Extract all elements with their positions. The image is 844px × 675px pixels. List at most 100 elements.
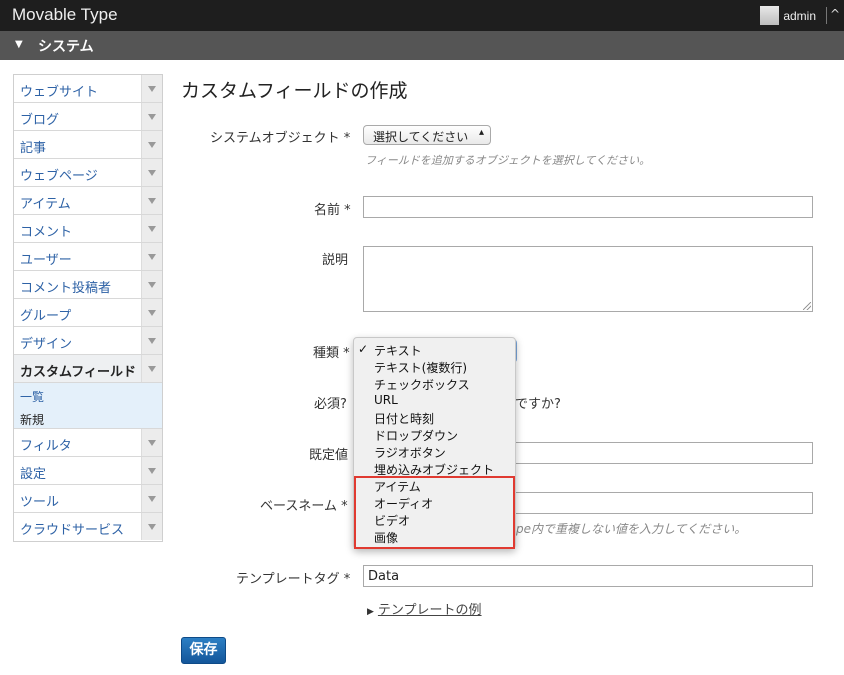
template-tag-label-text: テンプレートタグ [236, 572, 340, 587]
chevron-down-icon[interactable] [141, 299, 162, 326]
system-bar[interactable]: ▼ システム [0, 31, 844, 60]
chevron-down-icon[interactable] [141, 131, 162, 158]
type-option[interactable]: ラジオボタン [374, 444, 446, 461]
checkmark-icon: ✓ [358, 342, 369, 356]
sidebar-item-tools[interactable]: ツール [14, 485, 162, 513]
description-textarea[interactable] [363, 246, 813, 312]
required-mark: * [343, 346, 350, 361]
sidebar-sub-list[interactable]: 一覧 [20, 388, 44, 405]
sidebar-item-commenters[interactable]: コメント投稿者 [14, 271, 162, 299]
sidebar-item-website[interactable]: ウェブサイト [14, 75, 162, 103]
required-checkbox-label[interactable]: ですか? [515, 393, 561, 412]
chevron-down-icon[interactable] [141, 513, 162, 540]
chevron-down-icon[interactable] [141, 103, 162, 130]
chevron-down-icon[interactable] [141, 187, 162, 214]
select-arrows-icon: ▴ [478, 127, 484, 138]
chevron-down-icon[interactable] [141, 485, 162, 512]
brand-logo[interactable]: Movable Type [12, 5, 118, 25]
chevron-down-icon[interactable] [141, 327, 162, 354]
page-title: カスタムフィールドの作成 [181, 80, 408, 102]
template-example-toggle[interactable]: ▶ テンプレートの例 [367, 599, 482, 618]
type-option[interactable]: テキスト(複数行) [374, 359, 467, 376]
sidebar-item-groups[interactable]: グループ [14, 299, 162, 327]
type-option[interactable]: チェックボックス [374, 376, 470, 393]
sidebar-item-label[interactable]: ブログ [20, 109, 59, 128]
save-button[interactable]: 保存 [181, 637, 226, 664]
highlight-annotation [354, 476, 515, 549]
chevron-down-icon[interactable] [141, 429, 162, 456]
template-tag-input[interactable]: Data [363, 565, 813, 587]
sidebar-submenu: 一覧 新規 [14, 383, 162, 429]
resize-grip-icon[interactable] [803, 302, 811, 310]
template-example-link[interactable]: テンプレートの例 [378, 603, 482, 618]
sidebar-item-label[interactable]: 記事 [20, 137, 46, 156]
description-label: 説明 [322, 253, 349, 268]
object-select[interactable]: 選択してください ▴ [363, 125, 491, 145]
sidebar-item-users[interactable]: ユーザー [14, 243, 162, 271]
sidebar-sub-new[interactable]: 新規 [20, 411, 44, 428]
name-input[interactable] [363, 196, 813, 218]
type-label: 種類 * [313, 342, 350, 361]
chevron-down-icon[interactable] [141, 75, 162, 102]
sidebar-item-filters[interactable]: フィルタ [14, 429, 162, 457]
sidebar-item-design[interactable]: デザイン [14, 327, 162, 355]
required-label: 必須? [314, 397, 347, 412]
top-bar: Movable Type admin ^ [0, 0, 844, 31]
sidebar-item-entries[interactable]: 記事 [14, 131, 162, 159]
type-label-text: 種類 [313, 346, 340, 361]
user-menu[interactable]: admin [760, 6, 816, 25]
sidebar-item-webpages[interactable]: ウェブページ [14, 159, 162, 187]
chevron-down-icon[interactable] [141, 159, 162, 186]
basename-hint: pe内で重複しない値を入力してください。 [516, 522, 747, 536]
chevron-down-icon[interactable] [141, 355, 162, 382]
sidebar-item-custom-fields[interactable]: カスタムフィールド [14, 355, 162, 383]
required-mark: * [341, 499, 348, 514]
chevron-down-icon[interactable] [141, 271, 162, 298]
avatar [760, 6, 780, 25]
username[interactable]: admin [783, 9, 816, 23]
sidebar-item-label[interactable]: ウェブページ [20, 165, 98, 184]
sidebar-item-comments[interactable]: コメント [14, 215, 162, 243]
sidebar-item-blog[interactable]: ブログ [14, 103, 162, 131]
sidebar-item-label[interactable]: 設定 [20, 463, 46, 482]
type-option[interactable]: テキスト [374, 342, 422, 359]
sidebar: ウェブサイト ブログ 記事 ウェブページ アイテム コメント ユーザー コメント… [13, 74, 163, 542]
object-label: システムオブジェクト * [210, 127, 350, 146]
basename-label: ベースネーム * [260, 495, 348, 514]
sidebar-item-label[interactable]: コメント [20, 221, 72, 240]
default-label: 既定値 [309, 448, 349, 463]
required-mark: * [344, 203, 351, 218]
basename-label-text: ベースネーム [260, 499, 337, 514]
caret-down-icon[interactable]: ▼ [15, 39, 23, 50]
sidebar-item-label[interactable]: コメント投稿者 [20, 277, 111, 296]
name-label: 名前 * [314, 199, 351, 218]
sidebar-item-label[interactable]: デザイン [20, 333, 72, 352]
sidebar-item-label[interactable]: アイテム [20, 193, 71, 212]
required-mark: * [343, 131, 351, 146]
object-select-value: 選択してください [373, 130, 469, 144]
chevron-down-icon[interactable] [141, 243, 162, 270]
system-title[interactable]: システム [38, 36, 94, 56]
sidebar-item-label[interactable]: ウェブサイト [20, 81, 98, 100]
required-mark: * [343, 572, 351, 587]
type-option[interactable]: ドロップダウン [374, 427, 458, 444]
sidebar-item-cloud-services[interactable]: クラウドサービス [14, 513, 162, 541]
sidebar-item-settings[interactable]: 設定 [14, 457, 162, 485]
object-label-text: システムオブジェクト [210, 131, 340, 146]
chevron-up-icon[interactable]: ^ [830, 7, 840, 21]
sidebar-item-label[interactable]: クラウドサービス [20, 519, 124, 538]
chevron-down-icon[interactable] [141, 457, 162, 484]
sidebar-item-label[interactable]: グループ [20, 305, 71, 324]
divider [826, 7, 827, 24]
chevron-down-icon[interactable] [141, 215, 162, 242]
type-option[interactable]: 日付と時刻 [374, 410, 434, 427]
sidebar-item-assets[interactable]: アイテム [14, 187, 162, 215]
sidebar-item-label[interactable]: カスタムフィールド [20, 361, 136, 380]
template-tag-value: Data [368, 569, 400, 584]
triangle-right-icon[interactable]: ▶ [367, 607, 374, 617]
object-hint: フィールドを追加するオブジェクトを選択してください。 [365, 154, 651, 167]
sidebar-item-label[interactable]: フィルタ [20, 435, 72, 454]
sidebar-item-label[interactable]: ツール [20, 491, 59, 510]
type-option[interactable]: URL [374, 393, 398, 407]
sidebar-item-label[interactable]: ユーザー [20, 249, 72, 268]
